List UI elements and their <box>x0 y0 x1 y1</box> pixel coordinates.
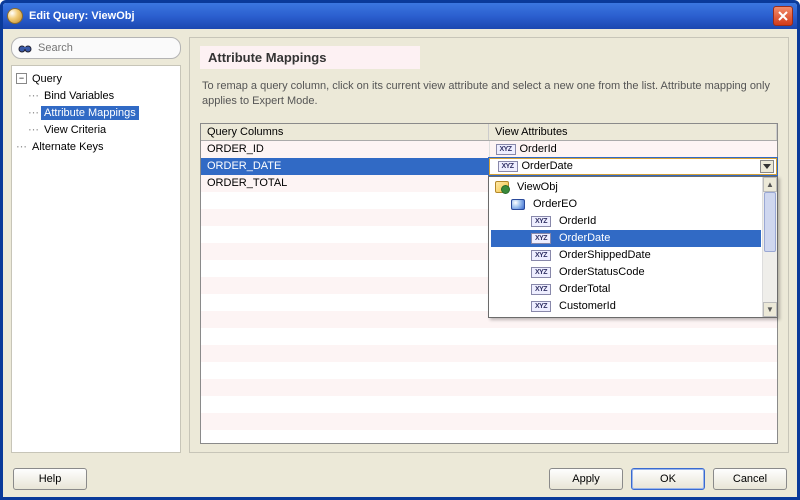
dropdown-attr[interactable]: XYZ OrderStatusCode <box>491 264 761 281</box>
dialog-body: − Query ⋯ Bind Variables ⋯ Attribute Map… <box>3 29 797 461</box>
section-heading: Attribute Mappings <box>200 46 420 69</box>
binoculars-icon <box>18 41 32 55</box>
search-input[interactable] <box>36 41 182 55</box>
close-icon <box>778 11 788 21</box>
close-button[interactable] <box>773 6 793 26</box>
dropdown-scrollbar[interactable]: ▲ ▼ <box>762 177 777 317</box>
tree-label: Alternate Keys <box>29 140 107 154</box>
tree-connector-icon: ⋯ <box>28 89 40 102</box>
col-header-view[interactable]: View Attributes <box>489 124 777 140</box>
attribute-dropdown: ViewObj OrderEO XYZ OrderId XYZ Order <box>488 176 778 318</box>
button-bar: Help Apply OK Cancel <box>3 461 797 497</box>
dialog-window: Edit Query: ViewObj − Query ⋯ Bind Varia… <box>0 0 800 500</box>
mapping-table: Query Columns View Attributes ORDER_ID X… <box>200 123 778 444</box>
scroll-track[interactable] <box>763 192 777 302</box>
dropdown-attr[interactable]: XYZ CustomerId <box>491 298 761 315</box>
tree-connector-icon: ⋯ <box>28 123 40 136</box>
cell-query: ORDER_DATE <box>201 158 489 175</box>
table-header: Query Columns View Attributes <box>201 124 777 141</box>
dropdown-label: OrderId <box>555 215 761 227</box>
cell-query: ORDER_ID <box>201 141 490 158</box>
tree-label: Query <box>29 72 65 86</box>
dropdown-label: OrderEO <box>529 198 761 210</box>
search-field[interactable] <box>11 37 181 59</box>
attribute-icon: XYZ <box>531 216 551 227</box>
dropdown-attr[interactable]: XYZ OrderId <box>491 213 761 230</box>
cell-query: ORDER_TOTAL <box>201 175 490 192</box>
entity-icon <box>511 199 525 210</box>
scroll-thumb[interactable] <box>764 192 776 253</box>
dropdown-label: OrderShippedDate <box>555 249 761 261</box>
viewobject-icon <box>495 181 509 193</box>
main-panel: Attribute Mappings To remap a query colu… <box>189 37 789 453</box>
tree-node-bind-variables[interactable]: ⋯ Bind Variables <box>14 87 178 104</box>
table-row[interactable]: ORDER_DATE XYZ OrderDate <box>201 158 777 175</box>
tree-label: Attribute Mappings <box>41 106 139 120</box>
button-label: Cancel <box>733 473 767 485</box>
tree-node-view-criteria[interactable]: ⋯ View Criteria <box>14 121 178 138</box>
titlebar[interactable]: Edit Query: ViewObj <box>3 3 797 29</box>
attribute-icon: XYZ <box>531 233 551 244</box>
button-label: OK <box>660 473 676 485</box>
tree-connector-icon: ⋯ <box>16 140 28 153</box>
attribute-icon: XYZ <box>531 267 551 278</box>
attribute-icon: XYZ <box>496 144 516 155</box>
tree-label: View Criteria <box>41 123 109 137</box>
cell-value: OrderId <box>520 143 557 155</box>
col-header-query[interactable]: Query Columns <box>201 124 489 140</box>
window-title: Edit Query: ViewObj <box>29 10 135 22</box>
scroll-up-icon[interactable]: ▲ <box>763 177 777 192</box>
dropdown-attr[interactable]: XYZ OrderTotal <box>491 281 761 298</box>
dropdown-label: OrderTotal <box>555 283 761 295</box>
attribute-icon: XYZ <box>498 161 518 172</box>
cell-view-combo[interactable]: XYZ OrderDate <box>489 158 778 175</box>
ok-button[interactable]: OK <box>631 468 705 490</box>
dropdown-node-viewobj[interactable]: ViewObj <box>491 179 761 196</box>
tree-node-query[interactable]: − Query <box>14 70 178 87</box>
sidebar: − Query ⋯ Bind Variables ⋯ Attribute Map… <box>11 37 181 453</box>
dropdown-label: OrderStatusCode <box>555 266 761 278</box>
cancel-button[interactable]: Cancel <box>713 468 787 490</box>
tree-connector-icon: ⋯ <box>28 106 40 119</box>
help-button[interactable]: Help <box>13 468 87 490</box>
cell-value: OrderDate <box>522 160 573 172</box>
hint-text: To remap a query column, click on its cu… <box>202 79 776 109</box>
tree-label: Bind Variables <box>41 89 117 103</box>
apply-button[interactable]: Apply <box>549 468 623 490</box>
dropdown-label: CustomerId <box>555 300 761 312</box>
table-row[interactable]: ORDER_ID XYZ OrderId <box>201 141 777 158</box>
attribute-icon: XYZ <box>531 301 551 312</box>
attribute-icon: XYZ <box>531 250 551 261</box>
dropdown-label: ViewObj <box>513 181 761 193</box>
dropdown-node-entity[interactable]: OrderEO <box>491 196 761 213</box>
dropdown-label: OrderDate <box>555 232 761 244</box>
button-label: Apply <box>572 473 600 485</box>
dropdown-attr[interactable]: XYZ OrderDate <box>491 230 761 247</box>
cell-view: XYZ OrderId <box>490 141 778 158</box>
app-icon <box>7 8 23 24</box>
scroll-down-icon[interactable]: ▼ <box>763 302 777 317</box>
tree-node-attribute-mappings[interactable]: ⋯ Attribute Mappings <box>14 104 178 121</box>
attribute-icon: XYZ <box>531 284 551 295</box>
dropdown-attr[interactable]: XYZ OrderShippedDate <box>491 247 761 264</box>
button-label: Help <box>39 473 62 485</box>
tree-node-alternate-keys[interactable]: ⋯ Alternate Keys <box>14 138 178 155</box>
collapse-icon[interactable]: − <box>16 73 27 84</box>
dropdown-arrow-icon[interactable] <box>760 160 774 173</box>
nav-tree: − Query ⋯ Bind Variables ⋯ Attribute Map… <box>11 65 181 453</box>
